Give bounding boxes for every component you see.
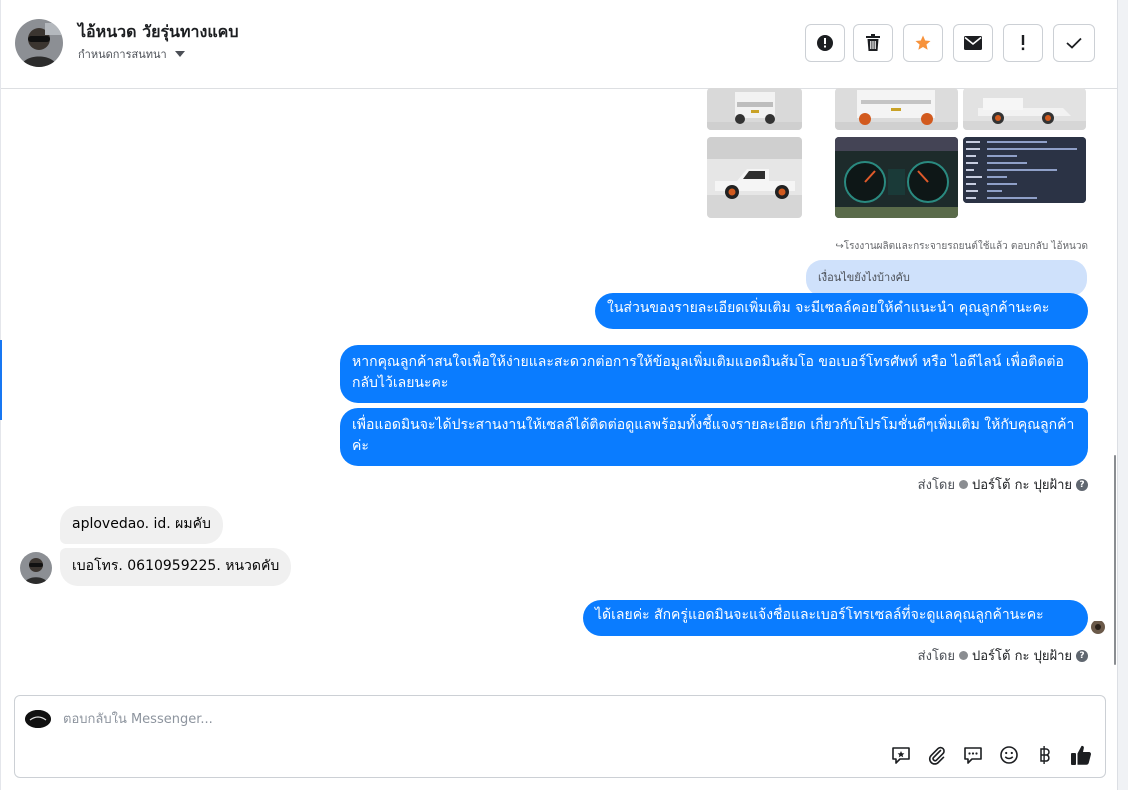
quoted-message[interactable]: เงื่อนไขยังไงบ้างคับ (806, 260, 1087, 296)
car-spec-card[interactable] (963, 137, 1086, 203)
sent-by-name[interactable]: ปอร์โต้ กะ ปุยฝ้าย (972, 474, 1072, 495)
car-photo-side[interactable] (963, 88, 1086, 130)
contact-name[interactable]: ไอ้หนวด วัยรุ่นทางแคบ (78, 20, 239, 45)
exclamation-icon (1021, 35, 1025, 51)
reply-context-note: ↪โรงงานผลิตและกระจายรถยนต์ใช้แล้ว ตอบกลั… (835, 241, 1088, 252)
page-badge-icon (959, 651, 968, 660)
sticker-icon (892, 747, 910, 764)
attach-button[interactable] (925, 743, 949, 767)
help-icon[interactable]: ? (1076, 478, 1088, 491)
outgoing-message[interactable]: หากคุณลูกค้าสนใจเพื่อให้ง่ายและสะดวกต่อก… (340, 345, 1088, 403)
contact-avatar[interactable] (15, 19, 63, 67)
payment-button[interactable] (1033, 743, 1057, 767)
check-icon (1066, 37, 1082, 49)
car-photo-dashboard[interactable] (835, 137, 958, 218)
envelope-icon (964, 36, 982, 50)
mark-done-button[interactable] (1053, 24, 1095, 62)
header-actions (805, 24, 1095, 62)
car-photo-profile[interactable] (707, 137, 802, 218)
smiley-icon (1000, 746, 1018, 764)
mark-spam-button[interactable] (805, 24, 845, 62)
mark-unread-button[interactable] (953, 24, 993, 62)
left-accent-bar (0, 340, 2, 420)
sent-by-name[interactable]: ปอร์โต้ กะ ปุยฝ้าย (972, 645, 1072, 666)
sticker-button[interactable] (889, 743, 913, 767)
outgoing-message[interactable]: เพื่อแอดมินจะได้ประสานงานให้เซลล์ได้ติดต… (340, 408, 1088, 466)
alert-circle-icon (817, 35, 833, 51)
right-scroll-rail[interactable] (1117, 0, 1128, 790)
thumbs-up-icon (1071, 745, 1091, 765)
outgoing-message[interactable]: ได้เลยค่ะ สักครู่แอดมินจะแจ้งชื่อและเบอร… (583, 600, 1088, 636)
trash-icon (866, 34, 880, 51)
follow-up-button[interactable] (1003, 24, 1043, 62)
help-icon[interactable]: ? (1076, 649, 1088, 662)
sent-by-line: ส่งโดย ปอร์โต้ กะ ปุยฝ้าย ? (918, 474, 1088, 495)
star-button[interactable] (903, 24, 943, 62)
sent-by-prefix: ส่งโดย (917, 478, 955, 493)
reply-input[interactable] (63, 708, 863, 730)
emoji-button[interactable] (997, 743, 1021, 767)
car-photo-rear[interactable] (835, 88, 958, 130)
paperclip-icon (928, 746, 945, 765)
baht-icon (1040, 746, 1050, 764)
outgoing-message[interactable]: ในส่วนของรายละเอียดเพิ่มเติม จะมีเซลล์คอ… (595, 293, 1088, 329)
sent-by-line: ส่งโดย ปอร์โต้ กะ ปุยฝ้าย ? (918, 645, 1088, 666)
car-photo-rear-left[interactable] (707, 88, 802, 130)
caret-down-icon (174, 51, 185, 57)
page-badge-icon (959, 480, 968, 489)
sent-by-prefix: ส่งโดย (917, 649, 955, 664)
seen-avatar (1091, 620, 1105, 634)
page-avatar (25, 710, 51, 728)
saved-replies-button[interactable] (961, 743, 985, 767)
incoming-message[interactable]: เบอโทร. 0610959225. หนวดคับ (60, 548, 292, 586)
assign-label: กำหนดการสนทนา (78, 48, 167, 61)
scrollbar-thumb[interactable] (1114, 455, 1116, 665)
message-composer (14, 695, 1106, 778)
delete-button[interactable] (853, 24, 893, 62)
like-button[interactable] (1069, 743, 1093, 767)
assign-conversation-dropdown[interactable]: กำหนดการสนทนา (78, 45, 185, 63)
star-icon (915, 35, 931, 50)
incoming-message[interactable]: aplovedao. id. ผมคับ (60, 506, 223, 544)
contact-avatar-small[interactable] (20, 552, 52, 584)
chat-bubble-icon (964, 747, 982, 764)
composer-tools (889, 743, 1093, 767)
conversation-header: ไอ้หนวด วัยรุ่นทางแคบ กำหนดการสนทนา (1, 0, 1117, 89)
